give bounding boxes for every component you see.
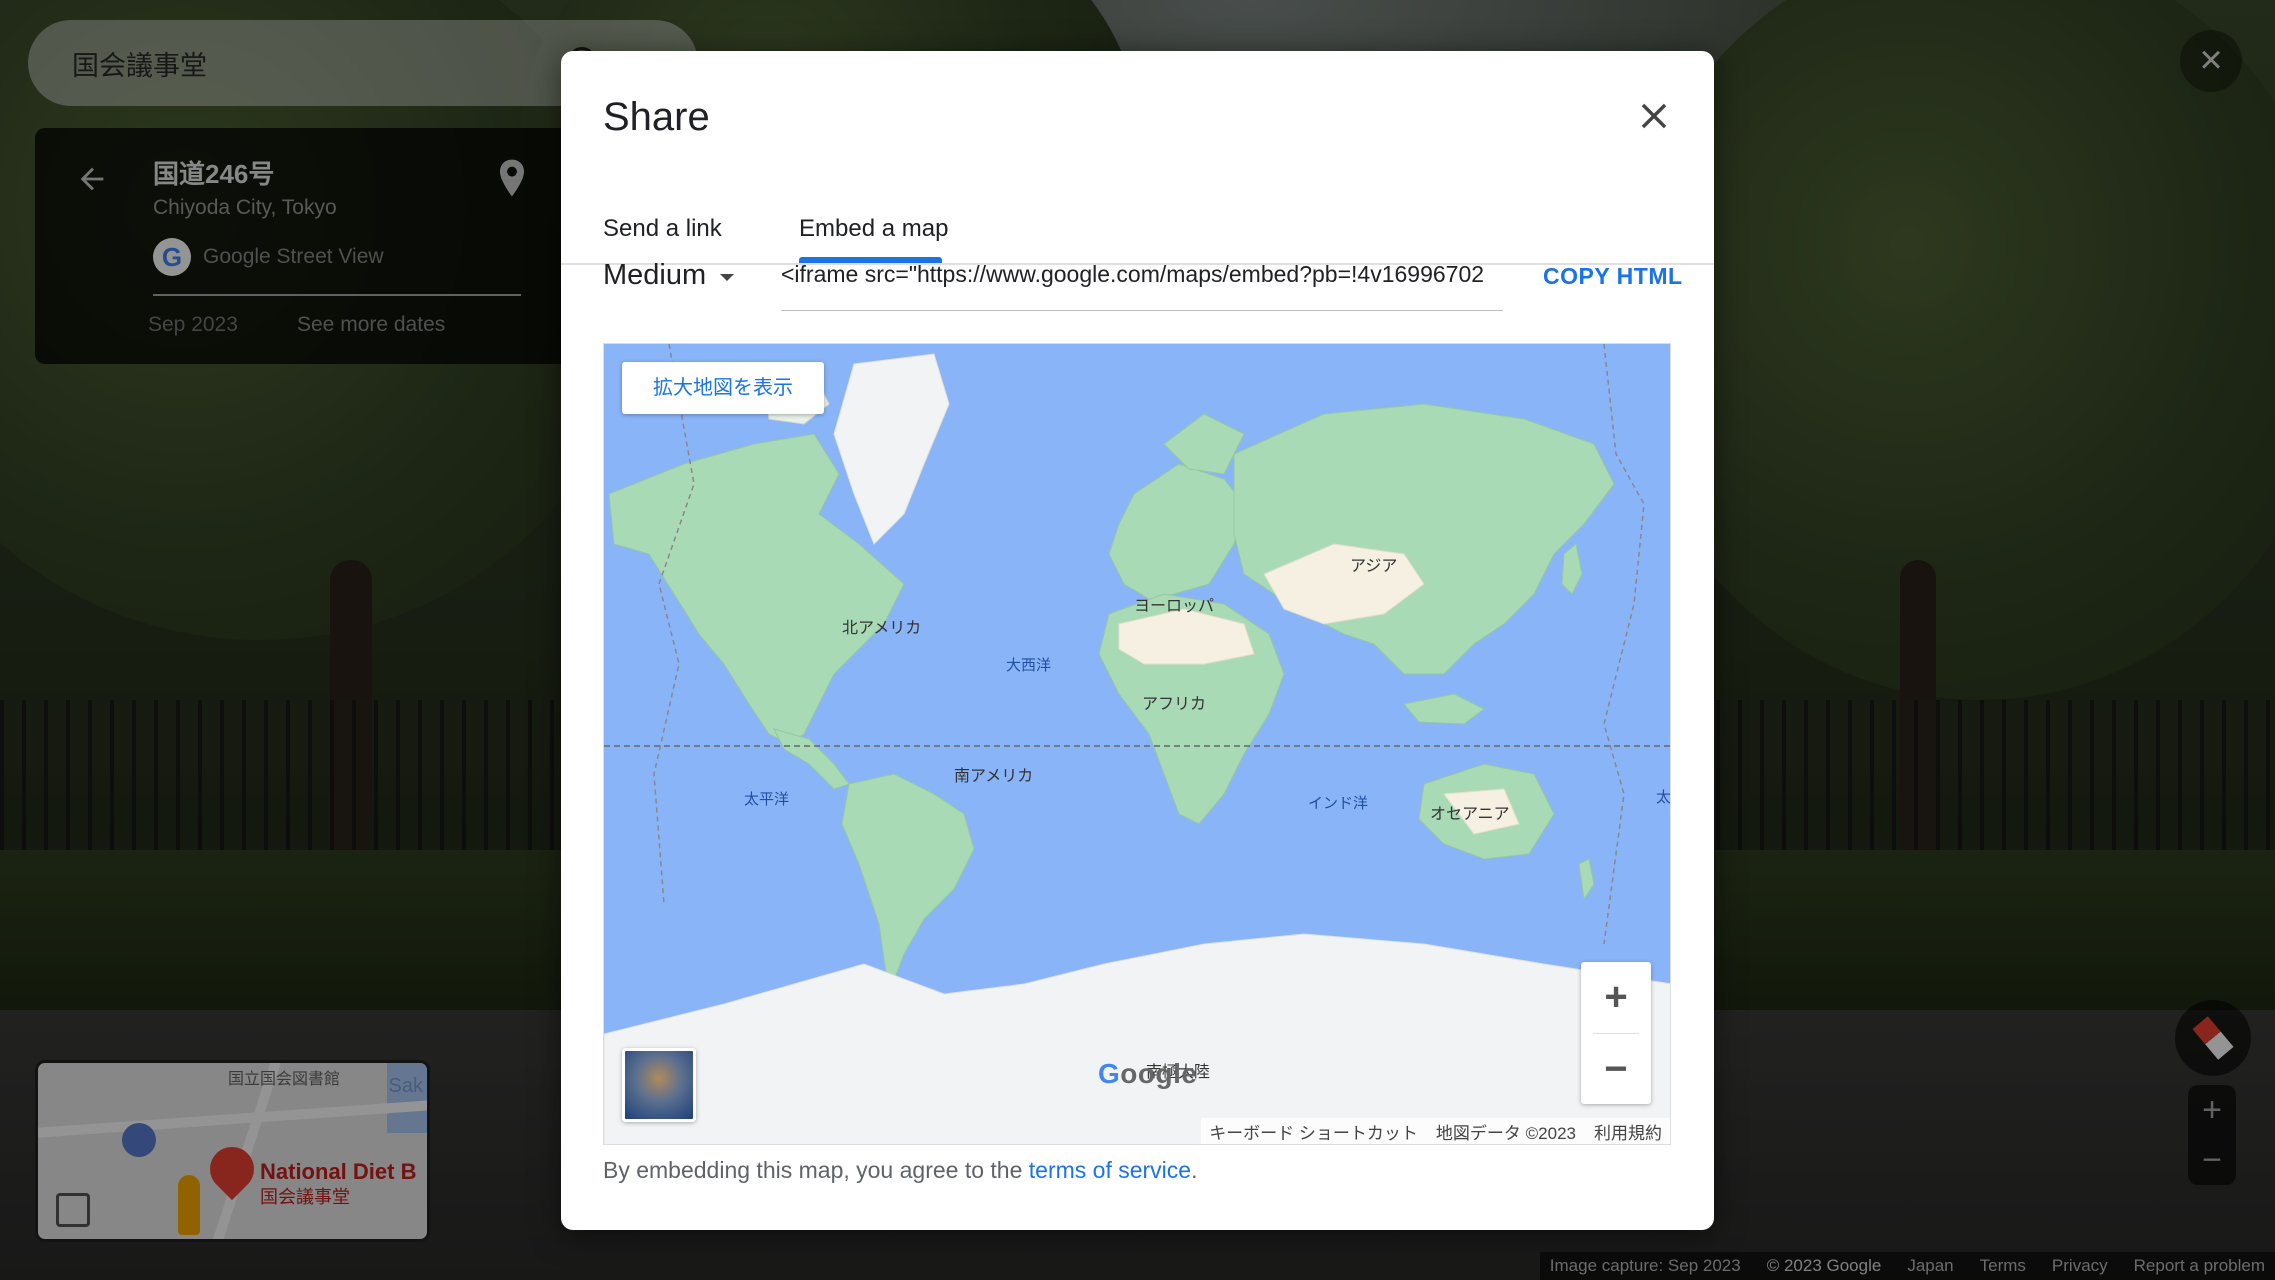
- map-zoom-out-button[interactable]: −: [1581, 1034, 1651, 1104]
- embedded-map-preview[interactable]: 北アメリカ ヨーロッパ アジア アフリカ 南アメリカ オセアニア 南極大陸 大西…: [603, 343, 1671, 1145]
- label-atlantic-ocean: 大西洋: [1006, 657, 1052, 674]
- satellite-layer-toggle[interactable]: [622, 1048, 696, 1122]
- label-indian-ocean: インド洋: [1308, 795, 1369, 812]
- tab-send-link[interactable]: Send a link: [603, 215, 722, 243]
- embed-code-text[interactable]: <iframe src="https://www.google.com/maps…: [781, 261, 1503, 288]
- view-larger-map-button[interactable]: 拡大地図を表示: [622, 362, 824, 414]
- close-icon[interactable]: [1633, 95, 1675, 137]
- map-size-value: Medium: [603, 259, 707, 291]
- share-dialog: Share Send a link Embed a map Medium <if…: [561, 51, 1714, 1230]
- label-north-america: 北アメリカ: [842, 620, 922, 637]
- dialog-title: Share: [603, 95, 710, 139]
- keyboard-shortcuts-link[interactable]: キーボード ショートカット: [1209, 1119, 1418, 1144]
- copy-html-button[interactable]: COPY HTML: [1543, 263, 1683, 290]
- map-terms-link[interactable]: 利用規約: [1594, 1119, 1662, 1144]
- map-zoom-in-button[interactable]: +: [1581, 962, 1651, 1032]
- map-data-credit: 地図データ ©2023: [1435, 1123, 1576, 1143]
- map-zoom-control: + −: [1581, 962, 1651, 1104]
- embed-legal-notice: By embedding this map, you agree to the …: [603, 1157, 1197, 1184]
- world-map-graphic: [604, 344, 1670, 1144]
- share-tabs: Send a link Embed a map: [561, 161, 1714, 265]
- label-europe: ヨーロッパ: [1134, 598, 1215, 615]
- label-oceania: オセアニア: [1430, 806, 1510, 823]
- embed-code-field[interactable]: <iframe src="https://www.google.com/maps…: [781, 261, 1503, 311]
- map-size-dropdown[interactable]: Medium: [603, 259, 735, 292]
- map-attribution: キーボード ショートカット 地図データ ©2023 利用規約: [1201, 1118, 1670, 1144]
- google-watermark: Google: [1098, 1058, 1198, 1089]
- label-south-america: 南アメリカ: [954, 768, 1034, 785]
- label-africa: アフリカ: [1142, 696, 1207, 713]
- legal-text: By embedding this map, you agree to the: [603, 1157, 1029, 1183]
- dropdown-caret-icon: [720, 274, 735, 281]
- label-asia: アジア: [1350, 558, 1398, 575]
- legal-text-end: .: [1191, 1157, 1198, 1183]
- terms-of-service-link[interactable]: terms of service: [1029, 1157, 1191, 1183]
- label-pacific-ocean: 太平洋: [744, 791, 790, 808]
- tab-embed-map[interactable]: Embed a map: [799, 215, 948, 243]
- label-pacific-edge: 太: [1656, 789, 1671, 806]
